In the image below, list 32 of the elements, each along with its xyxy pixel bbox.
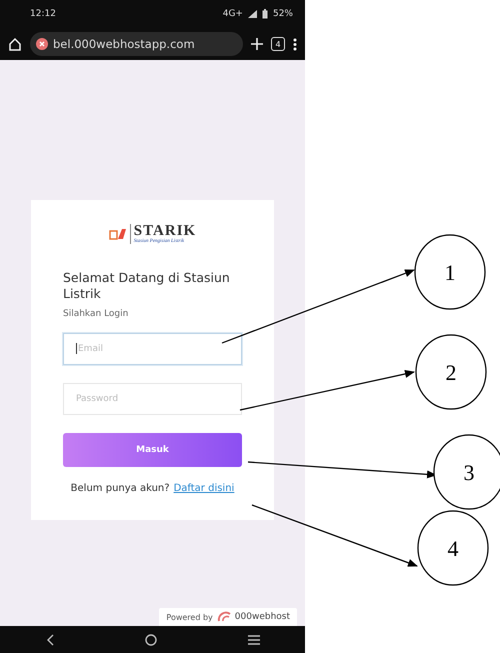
input-field[interactable]: Email [63, 332, 242, 364]
back-icon[interactable] [46, 634, 54, 646]
status-time: 12:12 [30, 9, 56, 19]
welcome-title: Selamat Datang di Stasiun Listrik [63, 270, 231, 302]
logo-name: STARIK [134, 224, 196, 239]
arc-logo-icon [216, 611, 231, 623]
callout-number: 4 [417, 510, 489, 586]
register-prompt: Belum punya akun? [70, 482, 170, 494]
battery-level: 52% [272, 9, 293, 19]
callout-number: 1 [414, 234, 486, 310]
powered-by-text: Powered by [166, 612, 213, 622]
url-text: bel.000webhostapp.com [53, 37, 195, 51]
home-circle-icon[interactable] [144, 634, 156, 646]
callout-number: 2 [415, 334, 487, 410]
input-field[interactable]: Password [63, 382, 242, 414]
brand-name: 000webhost [234, 612, 290, 622]
home-icon[interactable] [8, 37, 22, 51]
tab-count-button[interactable]: 4 [271, 37, 285, 51]
register-link[interactable]: Daftar disini [174, 482, 234, 494]
menu-icon[interactable] [293, 38, 297, 50]
network-type: 4G+ [222, 9, 243, 19]
powered-by-badge[interactable]: Powered by 000webhost [159, 608, 297, 626]
callout-number: 3 [433, 434, 500, 510]
login-button[interactable]: Masuk [63, 432, 242, 466]
address-bar[interactable]: bel.000webhostapp.com [30, 32, 243, 56]
recent-apps-icon[interactable] [248, 634, 260, 644]
battery-icon [262, 9, 268, 19]
logo-icon [108, 227, 127, 241]
plus-icon[interactable] [251, 38, 263, 50]
login-subtitle: Silahkan Login [63, 308, 130, 318]
signal-icon [248, 10, 257, 18]
warning-icon [36, 38, 48, 50]
